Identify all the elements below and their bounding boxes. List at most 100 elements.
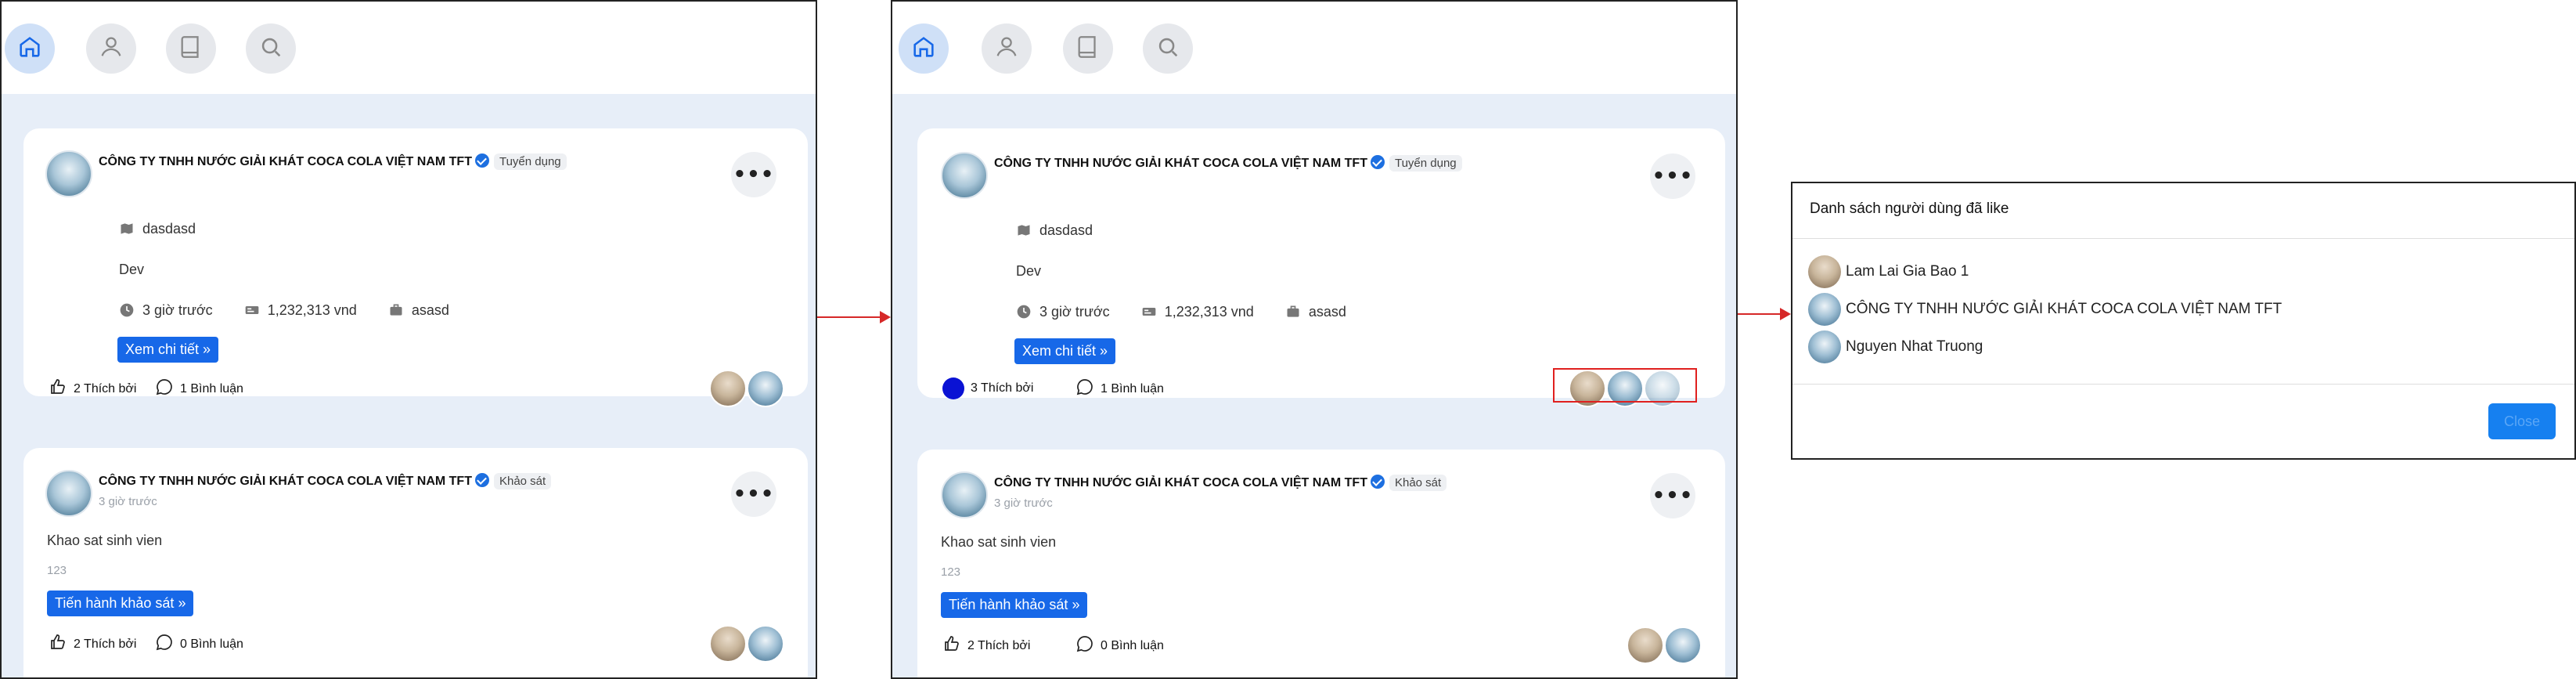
- post-tag: Tuyển dụng: [493, 153, 567, 170]
- more-options-button[interactable]: •••: [1650, 153, 1695, 199]
- like-button[interactable]: 2 Thích bởi: [49, 633, 136, 656]
- nav-search-button[interactable]: [1143, 23, 1193, 74]
- liker-avatar[interactable]: [1664, 627, 1702, 664]
- money-icon: [244, 302, 260, 322]
- nav-search-button[interactable]: [246, 23, 296, 74]
- thumb-up-icon: [49, 377, 74, 400]
- post-job-title: Dev: [1016, 263, 1042, 279]
- likes-modal: Danh sách người dùng đã like Lam Lai Gia…: [1791, 182, 2576, 460]
- feed: CÔNG TY TNHH NƯỚC GIẢI KHÁT COCA COLA VI…: [2, 94, 816, 677]
- post-card: CÔNG TY TNHH NƯỚC GIẢI KHÁT COCA COLA VI…: [23, 448, 808, 677]
- post-location: dasdasd: [119, 221, 196, 240]
- user-avatar: [1808, 255, 1841, 288]
- briefcase-icon: [388, 302, 404, 322]
- comment-icon: [1075, 634, 1101, 657]
- liker-avatar[interactable]: [709, 625, 747, 663]
- comment-button[interactable]: 1 Bình luận: [1075, 377, 1164, 400]
- post-tag: Khảo sát: [493, 473, 552, 489]
- start-survey-button[interactable]: Tiến hành khảo sát »: [47, 591, 194, 616]
- post-time: 3 giờ trước: [994, 497, 1053, 510]
- thumb-up-icon: [49, 633, 74, 656]
- user-icon: [98, 34, 124, 63]
- post-meta: 3 giờ trước 1,232,313 vnd asasd: [1016, 304, 1346, 323]
- post-card: CÔNG TY TNHH NƯỚC GIẢI KHÁT COCA COLA VI…: [917, 128, 1725, 407]
- comment-button[interactable]: 0 Bình luận: [1075, 634, 1164, 657]
- search-icon: [1155, 34, 1181, 63]
- post-author[interactable]: CÔNG TY TNHH NƯỚC GIẢI KHÁT COCA COLA VI…: [99, 153, 567, 170]
- liker-avatars-highlight: [1553, 368, 1697, 403]
- nav-book-button[interactable]: [166, 23, 216, 74]
- post-tag: Khảo sát: [1389, 475, 1447, 491]
- comment-icon: [155, 633, 180, 656]
- comment-button[interactable]: 1 Bình luận: [155, 377, 243, 400]
- liked-indicator: [942, 377, 964, 399]
- user-icon: [993, 34, 1020, 63]
- comment-button[interactable]: 0 Bình luận: [155, 633, 243, 656]
- view-detail-button[interactable]: Xem chi tiết »: [1014, 338, 1116, 364]
- post-time: 3 giờ trước: [99, 495, 157, 508]
- liker-avatar[interactable]: [709, 370, 747, 407]
- post-meta: 3 giờ trước 1,232,313 vnd asasd: [119, 302, 449, 322]
- post-location: dasdasd: [1016, 222, 1093, 242]
- book-icon: [178, 34, 204, 63]
- liker-row[interactable]: CÔNG TY TNHH NƯỚC GIẢI KHÁT COCA COLA VI…: [1808, 293, 2282, 326]
- screen-after-like: CÔNG TY TNHH NƯỚC GIẢI KHÁT COCA COLA VI…: [891, 0, 1738, 679]
- close-button[interactable]: Close: [2488, 403, 2556, 439]
- map-icon: [119, 221, 135, 240]
- user-avatar: [1808, 330, 1841, 363]
- company-avatar[interactable]: [45, 470, 92, 517]
- flow-arrow: [1738, 308, 1791, 320]
- comment-icon: [155, 377, 180, 400]
- liker-avatar[interactable]: [747, 625, 784, 663]
- liker-row[interactable]: Lam Lai Gia Bao 1: [1808, 255, 1969, 288]
- post-job-title: Dev: [119, 262, 145, 277]
- post-author[interactable]: CÔNG TY TNHH NƯỚC GIẢI KHÁT COCA COLA VI…: [994, 475, 1447, 491]
- post-author[interactable]: CÔNG TY TNHH NƯỚC GIẢI KHÁT COCA COLA VI…: [99, 473, 552, 489]
- screen-before: CÔNG TY TNHH NƯỚC GIẢI KHÁT COCA COLA VI…: [0, 0, 817, 679]
- top-navbar: [2, 2, 816, 94]
- nav-book-button[interactable]: [1063, 23, 1113, 74]
- post-card: CÔNG TY TNHH NƯỚC GIẢI KHÁT COCA COLA VI…: [917, 450, 1725, 677]
- home-icon: [16, 34, 43, 63]
- start-survey-button[interactable]: Tiến hành khảo sát »: [941, 592, 1088, 618]
- flow-arrow: [817, 311, 891, 323]
- more-options-button[interactable]: •••: [1650, 473, 1695, 518]
- company-avatar[interactable]: [941, 152, 988, 199]
- company-avatar[interactable]: [45, 150, 92, 197]
- liker-avatar[interactable]: [1627, 627, 1664, 664]
- nav-home-button[interactable]: [899, 23, 949, 74]
- money-icon: [1141, 304, 1157, 323]
- book-icon: [1075, 34, 1101, 63]
- like-button[interactable]: 2 Thích bởi: [49, 377, 136, 400]
- view-detail-button[interactable]: Xem chi tiết »: [117, 337, 219, 363]
- more-options-button[interactable]: •••: [731, 152, 776, 197]
- nav-profile-button[interactable]: [86, 23, 136, 74]
- comment-icon: [1075, 377, 1101, 400]
- briefcase-icon: [1285, 304, 1301, 323]
- feed: CÔNG TY TNHH NƯỚC GIẢI KHÁT COCA COLA VI…: [892, 94, 1736, 677]
- survey-title: Khao sat sinh vien: [47, 533, 163, 548]
- post-author[interactable]: CÔNG TY TNHH NƯỚC GIẢI KHÁT COCA COLA VI…: [994, 155, 1462, 172]
- liker-avatar[interactable]: [747, 370, 784, 407]
- home-icon: [910, 34, 937, 63]
- survey-desc: 123: [47, 564, 67, 577]
- like-button[interactable]: 2 Thích bởi: [942, 634, 1030, 657]
- survey-desc: 123: [941, 565, 961, 579]
- company-avatar[interactable]: [941, 471, 988, 518]
- liker-row[interactable]: Nguyen Nhat Truong: [1808, 330, 1983, 363]
- verified-icon: [1370, 155, 1385, 169]
- modal-title: Danh sách người dùng đã like: [1810, 200, 2009, 217]
- clock-icon: [1016, 304, 1032, 323]
- clock-icon: [119, 302, 135, 322]
- thumb-up-icon: [942, 634, 967, 657]
- divider: [1792, 238, 2574, 239]
- user-avatar: [1808, 293, 1841, 326]
- verified-icon: [1370, 475, 1385, 489]
- like-button[interactable]: 3 Thích bởi: [942, 377, 1033, 399]
- top-navbar: [892, 2, 1736, 94]
- nav-profile-button[interactable]: [982, 23, 1032, 74]
- divider: [1792, 384, 2574, 385]
- more-options-button[interactable]: •••: [731, 471, 776, 517]
- verified-icon: [474, 473, 489, 487]
- nav-home-button[interactable]: [5, 23, 55, 74]
